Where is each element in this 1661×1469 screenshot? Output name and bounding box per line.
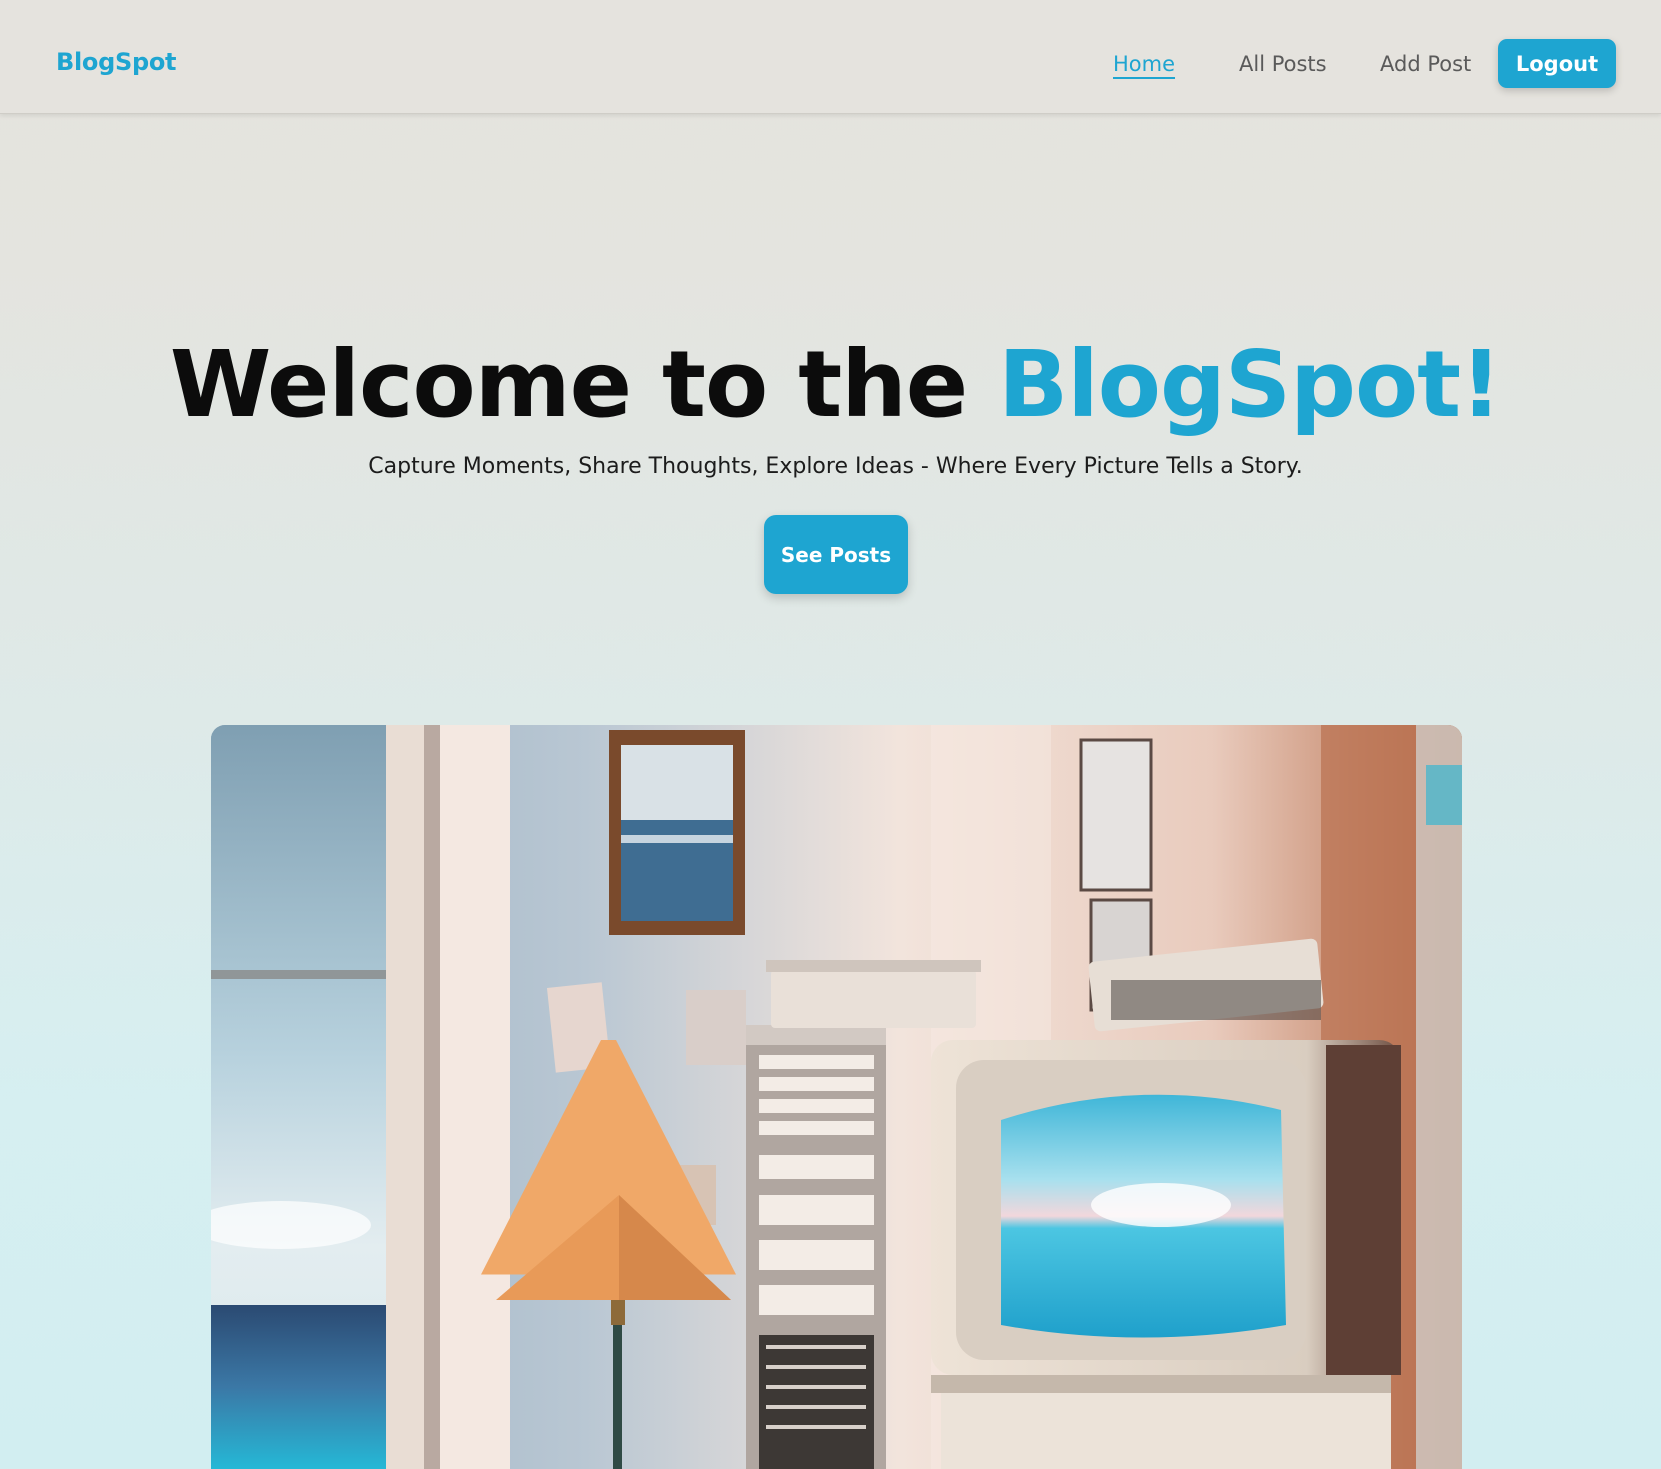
nav-link-all-posts[interactable]: All Posts	[1239, 48, 1327, 80]
logout-button[interactable]: Logout	[1498, 39, 1616, 88]
hero-title-prefix: Welcome to the	[169, 331, 999, 438]
see-posts-button[interactable]: See Posts	[764, 515, 908, 594]
navbar: BlogSpot Home All Posts Add Post Logout	[0, 0, 1661, 114]
hero-subtitle: Capture Moments, Share Thoughts, Explore…	[368, 454, 1303, 479]
hero-title-accent: BlogSpot!	[998, 331, 1502, 438]
hero-title: Welcome to the BlogSpot!	[0, 330, 1661, 440]
hero-image	[211, 725, 1462, 1469]
nav-link-add-post[interactable]: Add Post	[1380, 48, 1471, 80]
brand-logo[interactable]: BlogSpot	[56, 46, 177, 78]
nav-link-home[interactable]: Home	[1113, 48, 1175, 80]
